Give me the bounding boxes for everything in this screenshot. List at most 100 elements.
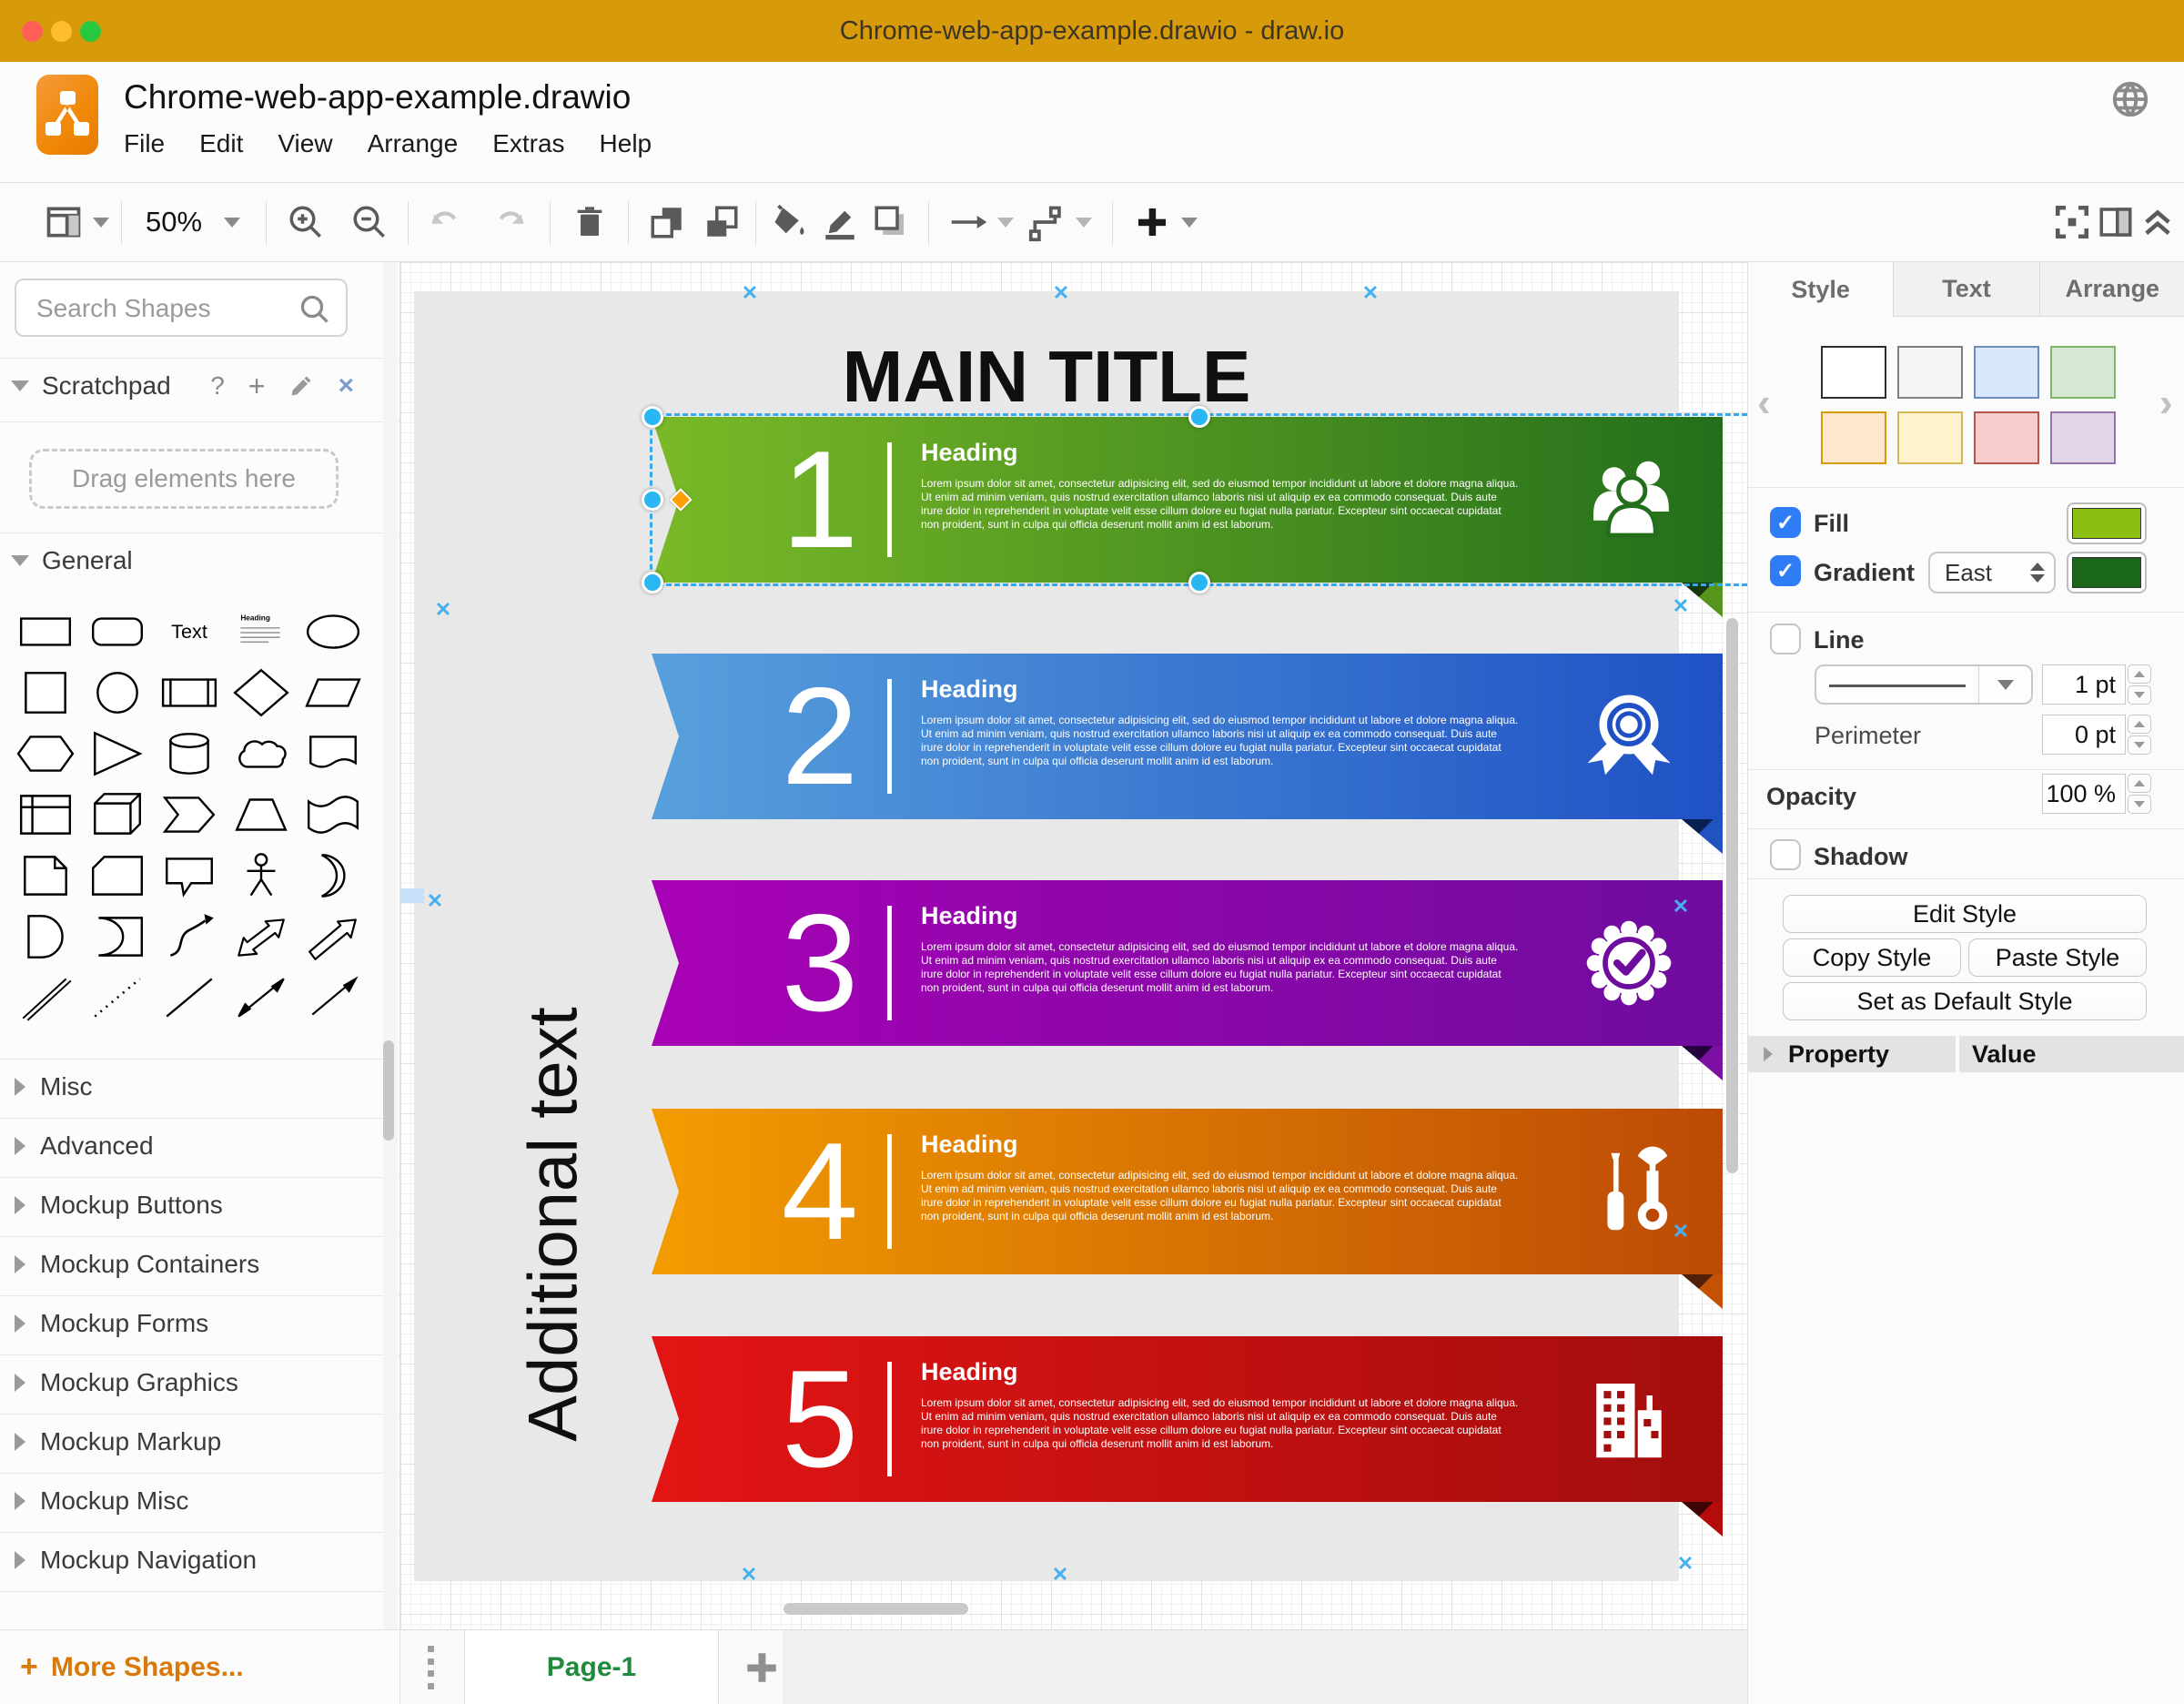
opacity-input[interactable]: 100 % [2042, 774, 2126, 814]
shape-and-icon[interactable] [9, 906, 81, 967]
line-checkbox[interactable] [1770, 624, 1801, 654]
infographic-banner-3[interactable]: 3 Heading Lorem ipsum dolor sit amet, co… [652, 880, 1723, 1046]
menu-view[interactable]: View [278, 129, 332, 158]
shape-cylinder-icon[interactable] [153, 723, 225, 784]
shadow-button[interactable] [872, 203, 910, 241]
sidebar-section-mockup-misc[interactable]: Mockup Misc [0, 1473, 386, 1529]
line-color-button[interactable] [821, 203, 859, 241]
shape-step-icon[interactable] [153, 784, 225, 845]
scratchpad-close-icon[interactable]: × [338, 370, 354, 401]
fullscreen-button[interactable] [2053, 203, 2091, 241]
sidebar-section-mockup-graphics[interactable]: Mockup Graphics [0, 1354, 386, 1411]
tab-style[interactable]: Style [1748, 262, 1894, 317]
pages-menu-icon[interactable] [426, 1646, 435, 1689]
shape-or-icon[interactable] [297, 845, 369, 906]
scratchpad-add-icon[interactable]: + [248, 370, 266, 403]
shape-rectangle-icon[interactable] [9, 601, 81, 662]
shape-card-icon[interactable] [81, 845, 153, 906]
sidebar-section-mockup-navigation[interactable]: Mockup Navigation [0, 1532, 386, 1588]
diagram-canvas[interactable]: MAIN TITLE Additional text 1 Heading Lor… [400, 262, 1747, 1629]
infographic-banner-1[interactable]: 1 Heading Lorem ipsum dolor sit amet, co… [652, 417, 1723, 583]
shape-ellipse-icon[interactable] [297, 601, 369, 662]
perimeter-stepper[interactable] [2128, 715, 2151, 755]
format-panel-toggle-button[interactable] [2097, 203, 2135, 241]
set-default-style-button[interactable]: Set as Default Style [1783, 982, 2147, 1020]
tab-page-1[interactable]: Page-1 [464, 1630, 719, 1704]
menu-help[interactable]: Help [600, 129, 652, 158]
shape-arrow-icon[interactable] [297, 906, 369, 967]
to-back-button[interactable] [703, 203, 741, 241]
shape-trapezoid-icon[interactable] [225, 784, 297, 845]
shape-text-icon[interactable]: Text [153, 601, 225, 662]
shape-rounded-rectangle-icon[interactable] [81, 601, 153, 662]
tab-text[interactable]: Text [1894, 262, 2039, 317]
menu-extras[interactable]: Extras [492, 129, 564, 158]
shape-textbox-icon[interactable]: Heading [225, 601, 297, 662]
sidebar-section-mockup-markup[interactable]: Mockup Markup [0, 1414, 386, 1470]
sidebar-section-misc[interactable]: Misc [0, 1059, 386, 1115]
waypoint-style-button[interactable] [1028, 202, 1092, 242]
add-page-button[interactable] [743, 1648, 781, 1691]
more-shapes-button[interactable]: + More Shapes... [0, 1629, 400, 1704]
presets-next-icon[interactable]: › [2159, 380, 2173, 426]
presets-prev-icon[interactable]: ‹ [1757, 380, 1771, 426]
shape-note-icon[interactable] [9, 845, 81, 906]
undo-button[interactable] [426, 203, 464, 241]
perimeter-input[interactable]: 0 pt [2042, 715, 2126, 755]
property-column-header[interactable]: Property [1748, 1036, 1956, 1072]
line-width-input[interactable]: 1 pt [2042, 664, 2126, 705]
tab-arrange[interactable]: Arrange [2040, 262, 2184, 317]
fill-color-button[interactable] [772, 203, 810, 241]
sidebar-scrollbar[interactable] [383, 262, 398, 1629]
paste-style-button[interactable]: Paste Style [1968, 938, 2147, 977]
redo-button[interactable] [491, 203, 530, 241]
menu-file[interactable]: File [124, 129, 165, 158]
style-preset-gray[interactable] [1897, 346, 1963, 399]
style-preset-purple[interactable] [2050, 411, 2116, 464]
shape-data-storage-icon[interactable] [81, 906, 153, 967]
shape-hexagon-icon[interactable] [9, 723, 81, 784]
canvas-horizontal-scrollbar[interactable] [783, 1602, 969, 1616]
connection-style-button[interactable] [948, 203, 1014, 241]
style-preset-white[interactable] [1821, 346, 1886, 399]
selection-handle-bottom-center[interactable] [1188, 572, 1210, 593]
shape-internal-storage-icon[interactable] [9, 784, 81, 845]
sidebar-section-advanced[interactable]: Advanced [0, 1118, 386, 1174]
search-shapes-box[interactable]: Search Shapes [15, 279, 348, 337]
fill-color-swatch[interactable] [2067, 502, 2147, 544]
shape-cloud-icon[interactable] [225, 723, 297, 784]
view-layout-button[interactable] [44, 202, 109, 242]
shadow-checkbox[interactable] [1770, 839, 1801, 870]
scratchpad-dropzone[interactable]: Drag elements here [29, 449, 339, 509]
search-input[interactable]: Search Shapes [36, 294, 210, 323]
diagram-side-text[interactable]: Additional text [514, 1007, 593, 1441]
general-section-header[interactable]: General [0, 532, 386, 589]
shape-bidirectional-connector-icon[interactable] [225, 967, 297, 1028]
insert-button[interactable] [1134, 204, 1198, 240]
shape-link-icon[interactable] [9, 967, 81, 1028]
value-column-header[interactable]: Value [1959, 1036, 2184, 1072]
sidebar-section-mockup-forms[interactable]: Mockup Forms [0, 1295, 386, 1352]
gradient-checkbox[interactable]: ✓ [1770, 555, 1801, 586]
scratchpad-help-icon[interactable]: ? [210, 371, 225, 401]
sidebar-section-mockup-buttons[interactable]: Mockup Buttons [0, 1177, 386, 1233]
shape-curve-icon[interactable] [153, 906, 225, 967]
to-front-button[interactable] [648, 203, 686, 241]
infographic-banner-4[interactable]: 4 Heading Lorem ipsum dolor sit amet, co… [652, 1109, 1723, 1274]
shape-line-icon[interactable] [153, 967, 225, 1028]
shape-triangle-icon[interactable] [81, 723, 153, 784]
style-preset-red[interactable] [1974, 411, 2039, 464]
shape-process-icon[interactable] [153, 662, 225, 723]
style-preset-green[interactable] [2050, 346, 2116, 399]
shape-callout-icon[interactable] [153, 845, 225, 906]
zoom-in-button[interactable] [287, 203, 325, 241]
selection-handle-top-center[interactable] [1188, 406, 1210, 428]
scratchpad-edit-icon[interactable] [288, 373, 314, 399]
sidebar-section-mockup-containers[interactable]: Mockup Containers [0, 1236, 386, 1293]
edit-style-button[interactable]: Edit Style [1783, 895, 2147, 933]
shape-dotted-line-icon[interactable] [81, 967, 153, 1028]
copy-style-button[interactable]: Copy Style [1783, 938, 1961, 977]
gradient-direction-select[interactable]: East [1928, 552, 2056, 593]
style-preset-yellow[interactable] [1897, 411, 1963, 464]
diagram-main-title[interactable]: MAIN TITLE [414, 335, 1679, 419]
